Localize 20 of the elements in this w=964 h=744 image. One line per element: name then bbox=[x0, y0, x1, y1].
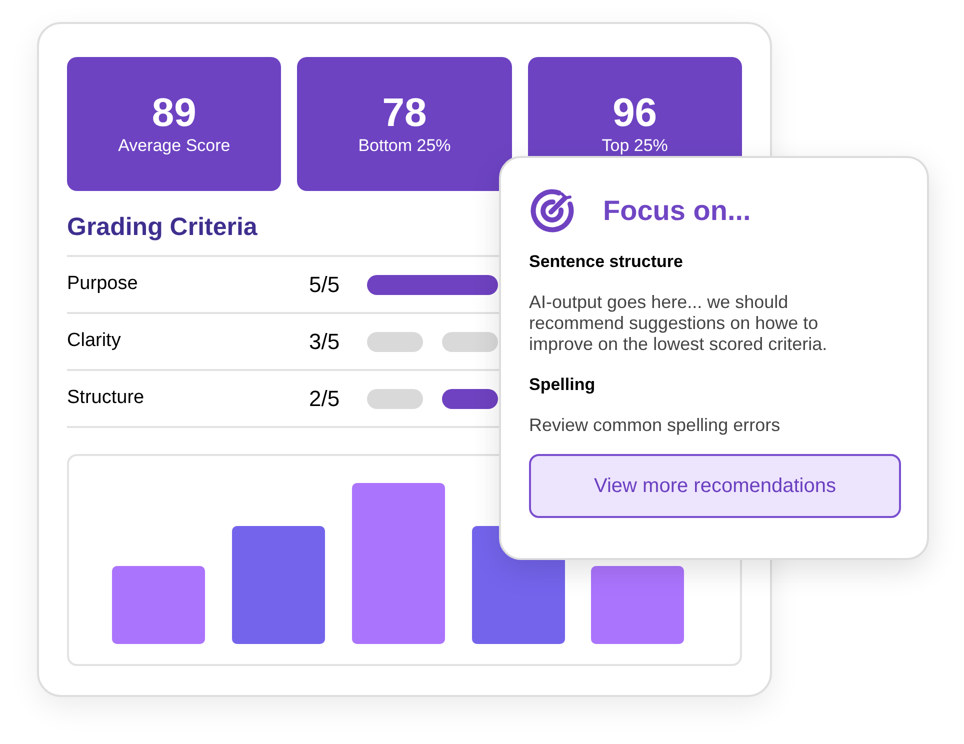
stat-label: Average Score bbox=[118, 135, 230, 157]
stat-value: 78 bbox=[382, 91, 427, 135]
section-heading: Spelling bbox=[529, 374, 596, 396]
stat-label: Top 25% bbox=[602, 135, 668, 157]
criterion-score: 3/5 bbox=[309, 328, 341, 356]
recommendation-text: Review common spelling errors bbox=[529, 415, 782, 436]
target-icon bbox=[529, 188, 575, 234]
section-heading: Grading Criteria bbox=[67, 212, 258, 243]
criterion-label: Purpose bbox=[67, 272, 139, 296]
section-heading: Sentence structure bbox=[529, 251, 684, 273]
view-more-button[interactable]: View more recomendations bbox=[529, 454, 901, 518]
criterion-score: 2/5 bbox=[309, 385, 341, 413]
stat-value: 96 bbox=[612, 91, 658, 135]
stat-label: Bottom 25% bbox=[358, 135, 451, 157]
recommendation-text: AI-output goes here... we should recommend suggestions on howe to improve on the lowest scored criteria. bbox=[529, 292, 828, 355]
card-title: Focus on... bbox=[603, 194, 751, 228]
criterion-score: 5/5 bbox=[309, 271, 341, 299]
criterion-label: Clarity bbox=[67, 329, 122, 354]
stat-value: 89 bbox=[152, 91, 196, 135]
criterion-label: Structure bbox=[67, 386, 146, 410]
